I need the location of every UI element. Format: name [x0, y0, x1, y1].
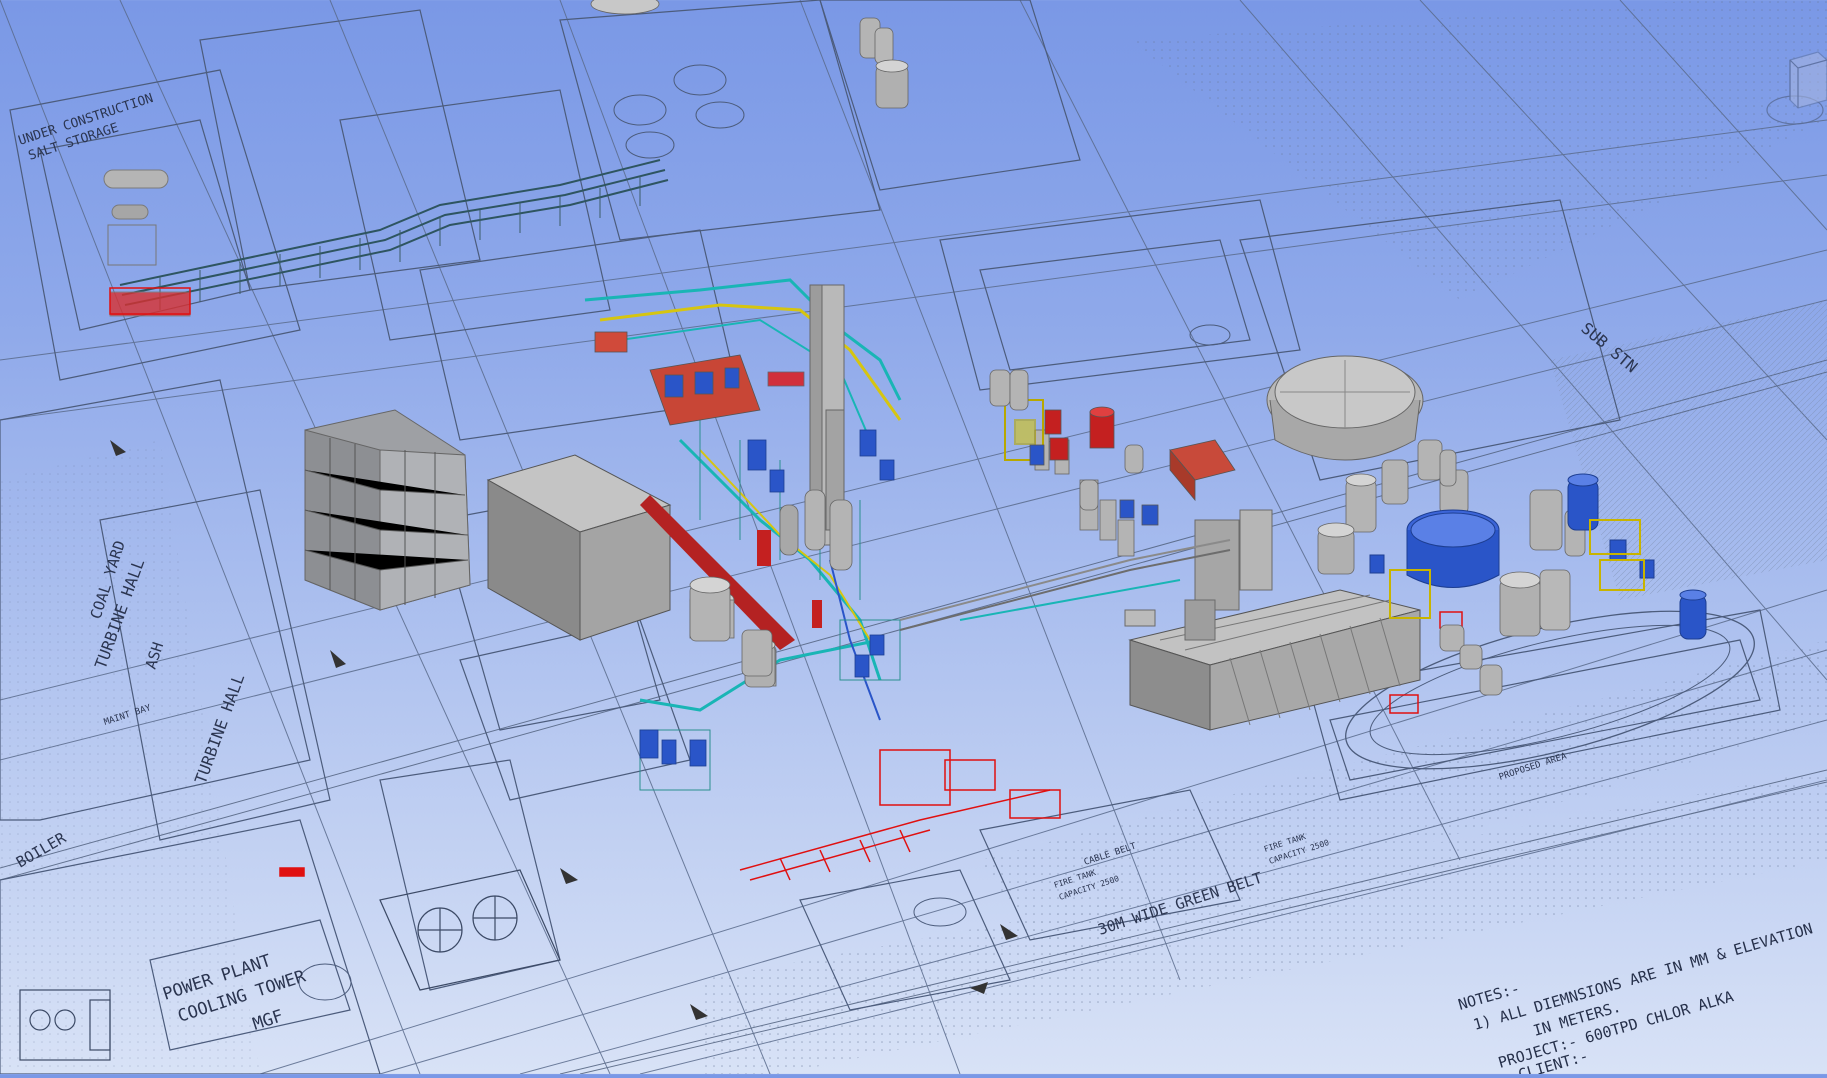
sub-station-label: SUB STN — [1577, 319, 1641, 377]
ash-label: ASH — [142, 640, 167, 671]
maint-bay-label: MAINT BAY — [103, 703, 153, 728]
green-belt-label: 30M WIDE GREEN BELT — [1096, 869, 1265, 939]
mgf-label: MGF — [250, 1006, 285, 1035]
notes-block: NOTES:- 1) ALL DIEMNSIONS ARE IN MM & EL… — [1456, 919, 1815, 1074]
model-viewport[interactable]: POWER PLANT COOLING TOWER MGF TURBINE HA… — [0, 0, 1827, 1075]
turbine-hall-label: TURBINE HALL — [191, 671, 248, 786]
boiler-label: BOILER — [13, 828, 70, 871]
proposed-area-label: PROPOSED AREA — [1498, 751, 1569, 782]
cable-belt-label: CABLE BELT — [1083, 841, 1138, 867]
drawing-text-layer: POWER PLANT COOLING TOWER MGF TURBINE HA… — [13, 91, 1815, 1074]
